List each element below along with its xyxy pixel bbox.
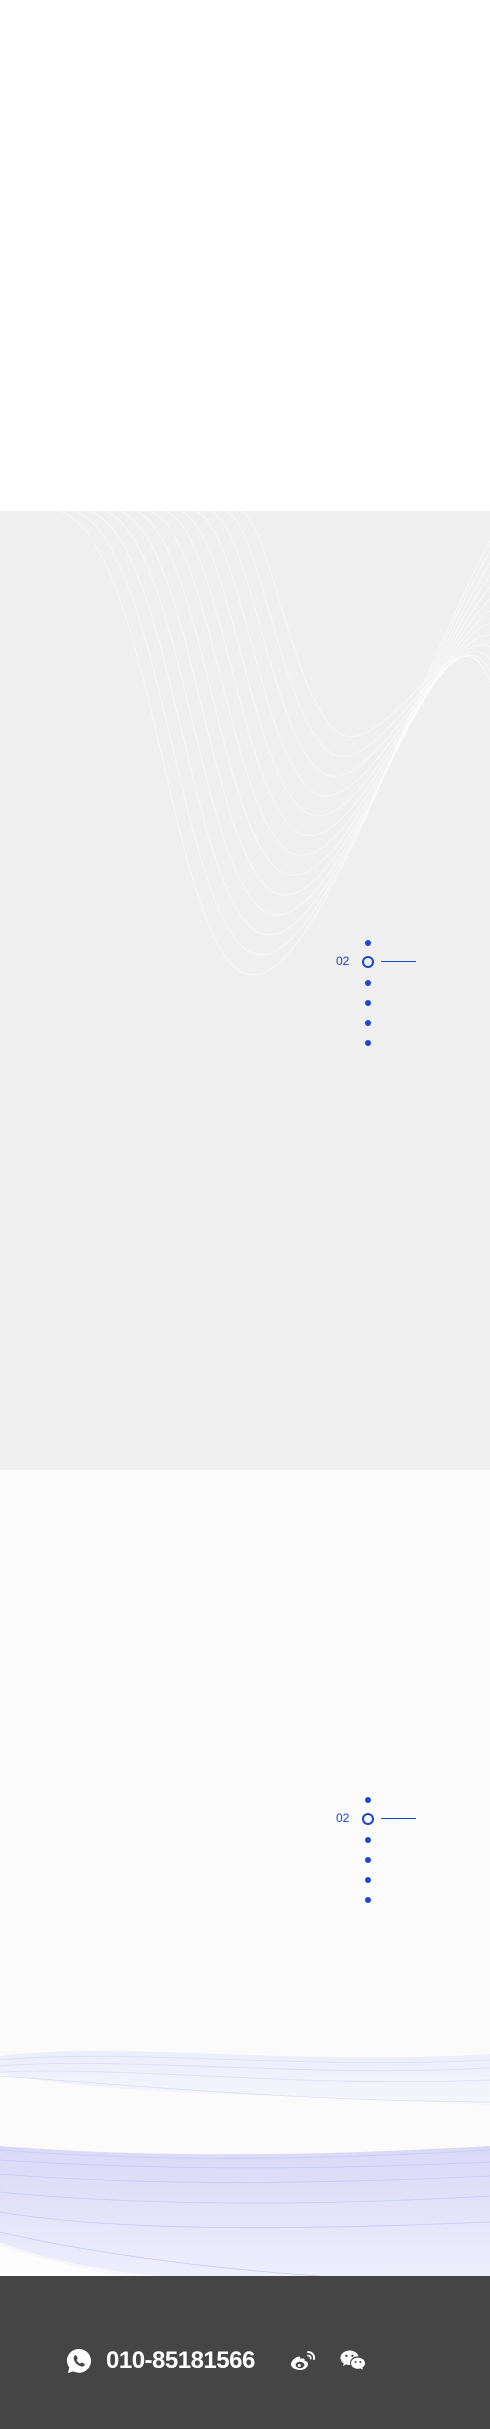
pager-current-number: 02 bbox=[336, 954, 350, 968]
footer-phone-number: 010-85181566 bbox=[106, 2347, 255, 2374]
pager-dot[interactable] bbox=[365, 1837, 371, 1843]
footer: 010-85181566 bbox=[0, 2276, 490, 2429]
grey-slide-section: 02 bbox=[0, 511, 490, 1470]
pager-current-number: 02 bbox=[336, 1811, 350, 1825]
pager-dot[interactable] bbox=[365, 1020, 371, 1026]
pager-dot[interactable] bbox=[365, 1897, 371, 1903]
wechat-icon[interactable] bbox=[339, 2348, 367, 2374]
pager-active-line bbox=[381, 1818, 416, 1819]
pager-dot[interactable] bbox=[365, 1877, 371, 1883]
phone-icon bbox=[67, 2349, 91, 2373]
pager-dot[interactable] bbox=[365, 1857, 371, 1863]
pager-dot[interactable] bbox=[365, 1000, 371, 1006]
slide-pager-1: 02 bbox=[334, 935, 454, 1046]
top-blank-area bbox=[0, 0, 490, 511]
pager-active-ring[interactable] bbox=[362, 1813, 374, 1825]
pager-active-ring[interactable] bbox=[362, 956, 374, 968]
light-slide-section: 02 bbox=[0, 1470, 490, 2276]
pager-dot[interactable] bbox=[365, 940, 371, 946]
purple-wave-decoration bbox=[0, 2051, 490, 2276]
pager-active-line bbox=[381, 961, 416, 962]
pager-dot[interactable] bbox=[365, 980, 371, 986]
weibo-icon[interactable] bbox=[289, 2348, 317, 2374]
pager-dot[interactable] bbox=[365, 1797, 371, 1803]
pager-dot[interactable] bbox=[365, 1040, 371, 1046]
slide-pager-2: 02 bbox=[334, 1792, 454, 1903]
